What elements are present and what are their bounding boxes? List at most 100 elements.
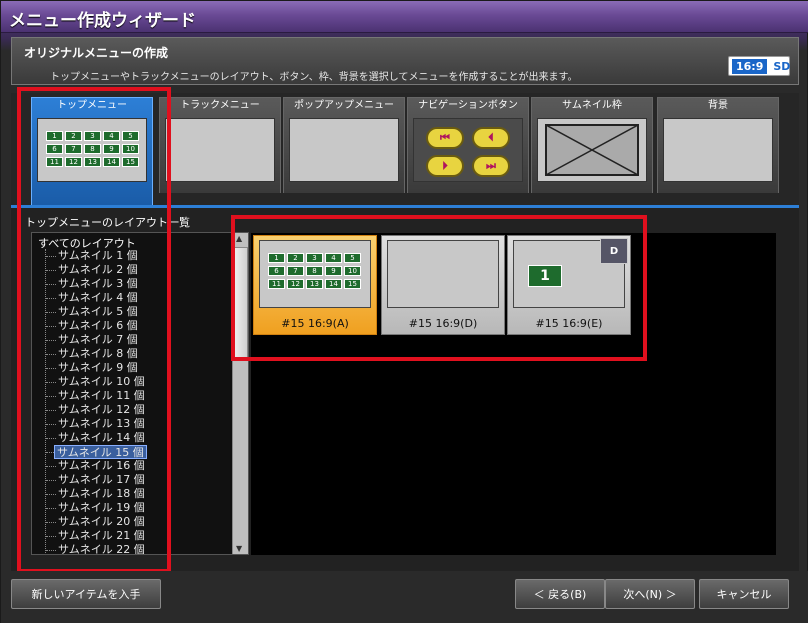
thumbnail-cell: 4 bbox=[103, 131, 120, 141]
tab-thumbnail-frame[interactable]: サムネイル枠 bbox=[531, 97, 653, 193]
scroll-down-icon[interactable]: ▼ bbox=[236, 544, 242, 553]
tree-branch bbox=[46, 396, 56, 397]
next-icon: ⏵ bbox=[426, 155, 464, 177]
get-new-items-button[interactable]: 新しいアイテムを入手 bbox=[11, 579, 161, 609]
tab-top-menu[interactable]: トップメニュー 1 2 3 4 5 6 7 8 9 10 11 12 13 14 15 bbox=[31, 97, 153, 205]
wizard-window: メニュー作成ウィザード オリジナルメニューの作成 トップメニューやトラックメニュ… bbox=[0, 0, 808, 623]
tree-guide bbox=[45, 249, 46, 554]
thumbnail-cell: 10 bbox=[344, 266, 361, 276]
thumbnail-cell: 6 bbox=[46, 144, 63, 154]
back-button[interactable]: ＜ 戻る(B) bbox=[515, 579, 605, 609]
aspect-ratio-label: 16:9 bbox=[732, 58, 768, 74]
layout-tree[interactable]: すべてのレイアウト サムネイル 1 個サムネイル 2 個サムネイル 3 個サムネ… bbox=[31, 232, 249, 555]
scroll-up-icon[interactable]: ▲ bbox=[236, 234, 242, 243]
layout-tree-item[interactable]: サムネイル 2 個 bbox=[58, 263, 138, 277]
footer-bar: 新しいアイテムを入手 ＜ 戻る(B) 次へ(N) ＞ キャンセル bbox=[1, 571, 808, 623]
header-panel: オリジナルメニューの作成 トップメニューやトラックメニューのレイアウト、ボタン、… bbox=[11, 37, 799, 85]
layout-tree-item[interactable]: サムネイル 11 個 bbox=[58, 389, 145, 403]
tab-navigation-buttons[interactable]: ナビゲーションボタン ⏮ ⏴ ⏵ ⏭ bbox=[407, 97, 529, 193]
thumbnail-cell: 15 bbox=[344, 279, 361, 289]
thumbnail-cell: 10 bbox=[122, 144, 139, 154]
tab-thumbnail bbox=[289, 118, 399, 182]
tab-popup-menu[interactable]: ポップアップメニュー bbox=[283, 97, 405, 193]
thumbnail-cell: 7 bbox=[287, 266, 304, 276]
thumbnail-cell: 14 bbox=[325, 279, 342, 289]
quality-label: SD bbox=[773, 59, 791, 73]
thumbnail-cell: 5 bbox=[344, 253, 361, 263]
layout-tree-item[interactable]: サムネイル 5 個 bbox=[58, 305, 138, 319]
tree-branch bbox=[46, 326, 56, 327]
card-label: #15 16:9(E) bbox=[535, 317, 603, 330]
tab-thumbnail: 1 2 3 4 5 6 7 8 9 10 11 12 13 14 15 bbox=[37, 118, 147, 182]
layout-card[interactable]: 1 2 3 4 5 6 7 8 9 10 11 12 13 14 15 #15 16:9(A) bbox=[253, 235, 377, 335]
card-thumbnail: 1 2 3 4 5 6 7 8 9 10 11 12 13 14 15 bbox=[259, 240, 371, 308]
layout-tree-item[interactable]: サムネイル 15 個 bbox=[54, 445, 147, 459]
thumbnail-cell: 1 bbox=[46, 131, 63, 141]
scroll-thumb[interactable] bbox=[234, 247, 248, 359]
thumbnail-cell: 2 bbox=[287, 253, 304, 263]
aspect-badge: 16:9 SD bbox=[728, 56, 790, 76]
layout-list-title: トップメニューのレイアウト一覧 bbox=[25, 216, 190, 229]
thumbnail-cell: 11 bbox=[46, 157, 63, 167]
thumbnail-cell: 13 bbox=[306, 279, 323, 289]
tree-branch bbox=[46, 354, 56, 355]
layout-tree-item[interactable]: サムネイル 20 個 bbox=[58, 515, 145, 529]
thumbnail-cell: 8 bbox=[84, 144, 101, 154]
thumbnail-cell: 7 bbox=[65, 144, 82, 154]
layout-tree-item[interactable]: サムネイル 9 個 bbox=[58, 361, 138, 375]
layout-tree-item[interactable]: サムネイル 17 個 bbox=[58, 473, 145, 487]
window-title: メニュー作成ウィザード bbox=[9, 11, 196, 31]
card-label: #15 16:9(D) bbox=[408, 317, 478, 330]
tree-branch bbox=[46, 536, 56, 537]
thumbnail-cell: 5 bbox=[122, 131, 139, 141]
tree-branch bbox=[46, 522, 56, 523]
layout-tree-item[interactable]: サムネイル 13 個 bbox=[58, 417, 145, 431]
layout-tree-item[interactable]: サムネイル 19 個 bbox=[58, 501, 145, 515]
tab-label: トラックメニュー bbox=[180, 100, 260, 111]
layout-tree-item[interactable]: サムネイル 16 個 bbox=[58, 459, 145, 473]
frame-placeholder-icon bbox=[545, 124, 639, 176]
tree-branch bbox=[46, 298, 56, 299]
next-button[interactable]: 次へ(N) ＞ bbox=[605, 579, 695, 609]
thumbnail-cell: 14 bbox=[103, 157, 120, 167]
tab-background[interactable]: 背景 bbox=[657, 97, 779, 193]
tab-thumbnail bbox=[663, 118, 773, 182]
thumbnail-cell: 12 bbox=[65, 157, 82, 167]
layout-tree-item[interactable]: サムネイル 8 個 bbox=[58, 347, 138, 361]
layout-tree-item[interactable]: サムネイル 14 個 bbox=[58, 431, 145, 445]
thumbnail-cell: 1 bbox=[268, 253, 285, 263]
layout-tree-item[interactable]: サムネイル 1 個 bbox=[58, 249, 138, 263]
tree-branch bbox=[46, 550, 56, 551]
layout-tree-item[interactable]: サムネイル 22 個 bbox=[58, 543, 145, 554]
tree-branch bbox=[46, 424, 56, 425]
card-thumbnail bbox=[387, 240, 499, 308]
layout-card[interactable]: 1 D #15 16:9(E) bbox=[507, 235, 631, 335]
tab-thumbnail bbox=[165, 118, 275, 182]
cancel-button[interactable]: キャンセル bbox=[699, 579, 789, 609]
tab-track-menu[interactable]: トラックメニュー bbox=[159, 97, 281, 193]
layout-card[interactable]: #15 16:9(D) bbox=[381, 235, 505, 335]
skip-back-icon: ⏮ bbox=[426, 127, 464, 149]
layout-tree-item[interactable]: サムネイル 18 個 bbox=[58, 487, 145, 501]
thumbnail-cell: 11 bbox=[268, 279, 285, 289]
card-label: #15 16:9(A) bbox=[281, 317, 349, 330]
layout-tree-item[interactable]: サムネイル 3 個 bbox=[58, 277, 138, 291]
layout-tree-item[interactable]: サムネイル 21 個 bbox=[58, 529, 145, 543]
title-bar: メニュー作成ウィザード bbox=[1, 1, 808, 33]
header-description: トップメニューやトラックメニューのレイアウト、ボタン、枠、背景を選択してメニュー… bbox=[50, 72, 578, 83]
tree-branch bbox=[46, 410, 56, 411]
layout-tree-item[interactable]: サムネイル 10 個 bbox=[58, 375, 145, 389]
tree-branch bbox=[46, 270, 56, 271]
thumbnail-cell: 4 bbox=[325, 253, 342, 263]
layout-tree-item[interactable]: サムネイル 6 個 bbox=[58, 319, 138, 333]
tree-scrollbar[interactable]: ▲ ▼ bbox=[232, 233, 248, 554]
layout-tree-item[interactable]: サムネイル 4 個 bbox=[58, 291, 138, 305]
layout-tree-item[interactable]: サムネイル 12 個 bbox=[58, 403, 145, 417]
tab-label: サムネイル枠 bbox=[562, 100, 622, 111]
thumbnail-cell: 15 bbox=[122, 157, 139, 167]
layout-tree-item[interactable]: サムネイル 7 個 bbox=[58, 333, 138, 347]
tree-branch bbox=[46, 256, 56, 257]
tab-label: トップメニュー bbox=[57, 100, 127, 111]
tab-thumbnail bbox=[537, 118, 647, 182]
tree-branch bbox=[46, 368, 56, 369]
